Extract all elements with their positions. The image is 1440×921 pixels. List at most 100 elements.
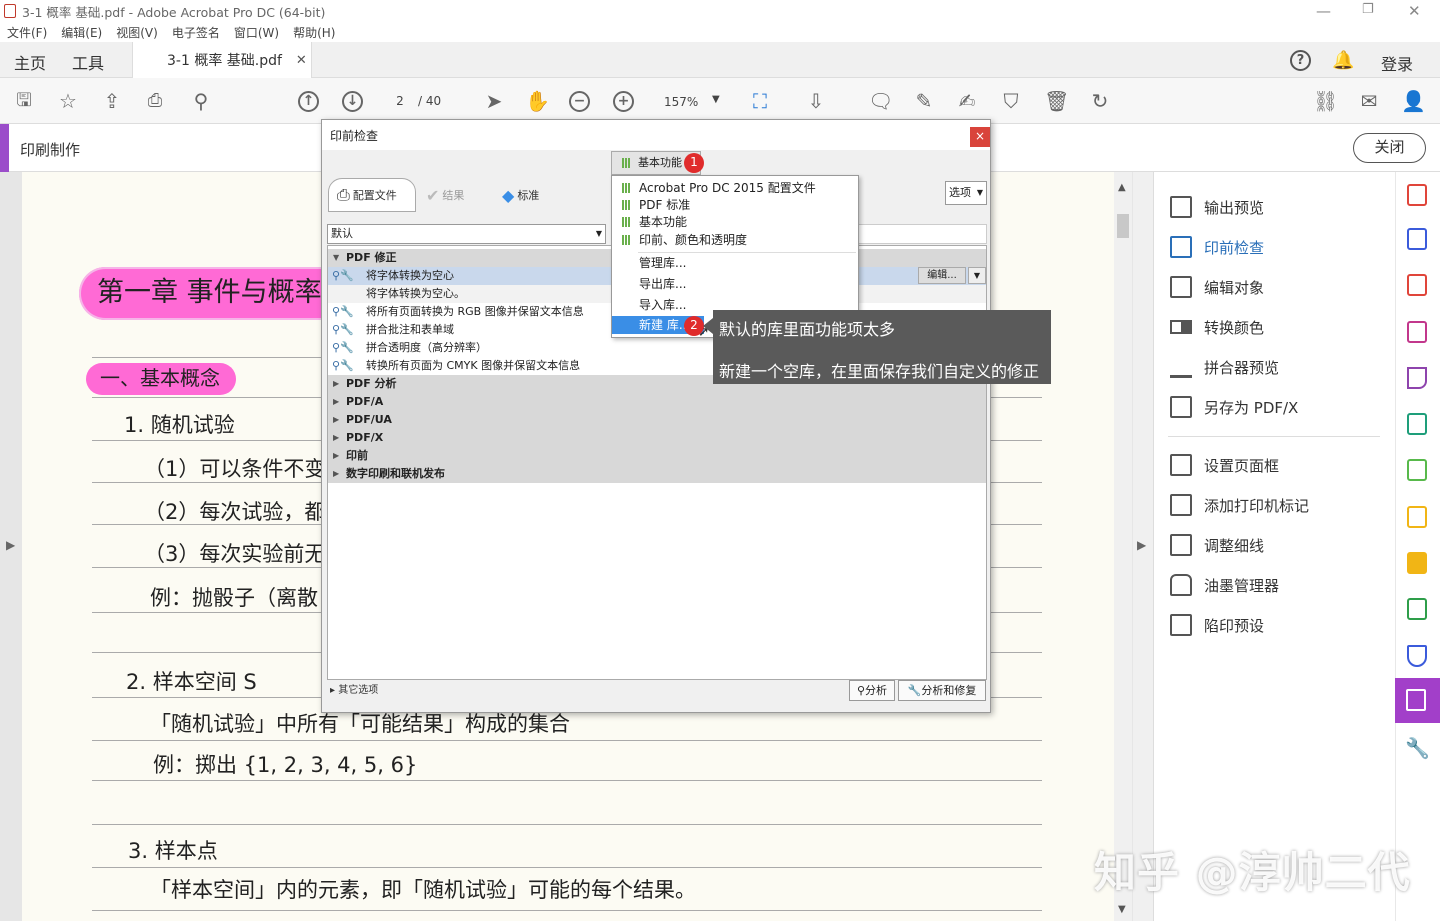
ink-manager-item[interactable]: 油墨管理器 bbox=[1170, 571, 1279, 599]
more-tools-icon[interactable]: 🔧 bbox=[1405, 736, 1430, 760]
star-icon[interactable]: ☆ bbox=[56, 89, 80, 113]
bell-icon[interactable]: 🔔 bbox=[1332, 50, 1354, 71]
login-link[interactable]: 登录 bbox=[1381, 51, 1413, 75]
condition-text: （1）可以条件不变 bbox=[144, 457, 326, 481]
zoom-in-icon[interactable]: + bbox=[613, 91, 634, 112]
condition-text: （2）每次试验，都 bbox=[144, 500, 326, 524]
group-prepress[interactable]: 印前 bbox=[328, 447, 986, 465]
menu-esign[interactable]: 电子签名 bbox=[172, 24, 220, 41]
help-icon[interactable]: ? bbox=[1290, 50, 1311, 71]
tab-document[interactable]: 3-1 概率 基础.pdf ✕ bbox=[132, 42, 312, 78]
zoom-level[interactable]: 157% bbox=[664, 95, 698, 109]
group-pdfa[interactable]: PDF/A bbox=[328, 393, 986, 411]
hand-icon[interactable]: ✋ bbox=[525, 89, 550, 113]
flattener-preview-item[interactable]: 拼合器预览 bbox=[1170, 353, 1279, 381]
library-item[interactable]: Acrobat Pro DC 2015 配置文件 bbox=[612, 179, 858, 197]
close-tool-button[interactable]: 关闭 bbox=[1353, 133, 1426, 163]
preflight-item[interactable]: 印前检查 bbox=[1170, 233, 1264, 261]
restore-icon[interactable]: ❐ bbox=[1362, 2, 1374, 17]
menu-file[interactable]: 文件(F) bbox=[7, 24, 47, 41]
fixup-wrench-icon: ⚲🔧 bbox=[332, 341, 354, 354]
delete-icon[interactable]: 🗑 bbox=[1044, 89, 1069, 113]
more-options-toggle[interactable]: ▸ 其它选项 bbox=[330, 681, 378, 696]
tab-profiles[interactable]: ⎙ 配置文件 bbox=[328, 178, 416, 212]
profile-select[interactable]: 默认 ▼ bbox=[327, 224, 606, 244]
page-number-input[interactable]: 2 bbox=[384, 90, 416, 112]
highlight-pen-icon[interactable]: ✎ bbox=[912, 89, 936, 113]
upload-icon[interactable]: ⇪ bbox=[100, 89, 124, 113]
trap-presets-item[interactable]: 陷印预设 bbox=[1170, 611, 1264, 639]
analyze-fix-button[interactable]: 🔧分析和修复 bbox=[898, 680, 986, 701]
active-tool-highlight[interactable] bbox=[1395, 678, 1440, 723]
export-icon[interactable] bbox=[1407, 506, 1427, 528]
link-icon[interactable]: ⛓ bbox=[1313, 89, 1338, 113]
page-up-icon[interactable]: ↑ bbox=[298, 91, 319, 112]
tab-standards[interactable]: ◆ 标准 bbox=[502, 178, 539, 212]
combine-files-icon[interactable] bbox=[1407, 228, 1427, 250]
zoom-search-icon[interactable]: ⚲ bbox=[189, 89, 213, 113]
compare-icon[interactable] bbox=[1407, 459, 1427, 481]
manage-library-item[interactable]: 管理库... bbox=[612, 254, 858, 272]
create-pdf-icon[interactable] bbox=[1407, 184, 1427, 206]
edit-pdf-icon[interactable] bbox=[1407, 413, 1427, 435]
menu-window[interactable]: 窗口(W) bbox=[234, 24, 279, 41]
save-as-pdfx-item[interactable]: 另存为 PDF/X bbox=[1170, 393, 1298, 421]
tab-home[interactable]: 主页 bbox=[14, 50, 46, 74]
scroll-thumb[interactable] bbox=[1117, 214, 1129, 238]
output-preview-item[interactable]: 输出预览 bbox=[1170, 193, 1264, 221]
menu-view[interactable]: 视图(V) bbox=[116, 24, 158, 41]
analyze-button[interactable]: ⚲分析 bbox=[849, 680, 895, 701]
sign-icon[interactable]: ✍ bbox=[955, 89, 979, 113]
left-panel-toggle-icon[interactable]: ▶ bbox=[6, 538, 15, 552]
add-user-icon[interactable]: 👤 bbox=[1401, 89, 1426, 113]
search-field[interactable] bbox=[856, 224, 987, 244]
library-item[interactable]: PDF 标准 bbox=[612, 196, 858, 214]
print-production-icon[interactable] bbox=[1407, 598, 1427, 620]
fix-hairlines-item[interactable]: 调整细线 bbox=[1170, 531, 1264, 559]
right-panel-toggle-icon[interactable]: ▶ bbox=[1137, 538, 1146, 552]
menu-edit[interactable]: 编辑(E) bbox=[61, 24, 102, 41]
scroll-mode-icon[interactable]: ⇩ bbox=[804, 89, 828, 113]
library-item[interactable]: 印前、颜色和透明度 bbox=[612, 231, 858, 249]
tab-results[interactable]: ✔ 结果 bbox=[426, 178, 464, 212]
close-tab-icon[interactable]: ✕ bbox=[296, 53, 307, 68]
group-digital[interactable]: 数字印刷和联机发布 bbox=[328, 465, 986, 483]
export-pdf-icon[interactable] bbox=[1407, 321, 1427, 343]
export-library-item[interactable]: 导出库... bbox=[612, 275, 858, 293]
rotate-icon[interactable]: ↻ bbox=[1088, 89, 1112, 113]
stamp-icon[interactable]: ⛉ bbox=[999, 89, 1023, 113]
convert-colors-item[interactable]: 转换颜色 bbox=[1170, 313, 1264, 341]
add-printer-marks-item[interactable]: 添加打印机标记 bbox=[1170, 491, 1309, 519]
minimize-icon[interactable]: — bbox=[1316, 2, 1331, 20]
vertical-scrollbar[interactable]: ▲ ▼ bbox=[1114, 172, 1132, 921]
tab-tools[interactable]: 工具 bbox=[72, 50, 104, 74]
scroll-up-icon[interactable]: ▲ bbox=[1118, 182, 1126, 193]
select-arrow-icon[interactable]: ➤ bbox=[482, 89, 506, 113]
menu-help[interactable]: 帮助(H) bbox=[293, 24, 335, 41]
edit-object-item[interactable]: 编辑对象 bbox=[1170, 273, 1264, 301]
title-bar: 3-1 概率 基础.pdf - Adobe Acrobat Pro DC (64… bbox=[0, 0, 1440, 22]
print-icon[interactable]: ⎙ bbox=[143, 89, 167, 113]
group-pdfx[interactable]: PDF/X bbox=[328, 429, 986, 447]
fill-sign-icon[interactable] bbox=[1407, 367, 1427, 389]
save-as-pdfx-icon bbox=[1170, 396, 1192, 418]
edit-fixup-button[interactable]: 编辑... bbox=[918, 267, 966, 284]
set-page-boxes-item[interactable]: 设置页面框 bbox=[1170, 451, 1279, 479]
organize-pages-icon[interactable] bbox=[1407, 274, 1427, 296]
fit-page-icon[interactable]: ⛶ bbox=[748, 89, 772, 113]
comment-tool-icon[interactable] bbox=[1407, 552, 1427, 574]
page-down-icon[interactable]: ↓ bbox=[342, 91, 363, 112]
options-dropdown[interactable]: 选项 ▼ bbox=[945, 181, 987, 205]
protect-icon[interactable] bbox=[1407, 645, 1427, 667]
zoom-dropdown-icon[interactable]: ▼ bbox=[712, 94, 720, 105]
library-item[interactable]: 基本功能 bbox=[612, 213, 858, 231]
save-icon[interactable]: 🖫 bbox=[12, 89, 36, 113]
fixup-menu-icon[interactable]: ▼ bbox=[968, 267, 986, 284]
dialog-close-button[interactable]: × bbox=[970, 127, 990, 147]
zoom-out-icon[interactable]: − bbox=[569, 91, 590, 112]
comment-icon[interactable]: 🗨 bbox=[868, 89, 893, 113]
mail-icon[interactable]: ✉ bbox=[1357, 89, 1381, 113]
close-window-icon[interactable]: ✕ bbox=[1408, 2, 1421, 20]
scroll-down-icon[interactable]: ▼ bbox=[1118, 904, 1126, 915]
group-pdfua[interactable]: PDF/UA bbox=[328, 411, 986, 429]
